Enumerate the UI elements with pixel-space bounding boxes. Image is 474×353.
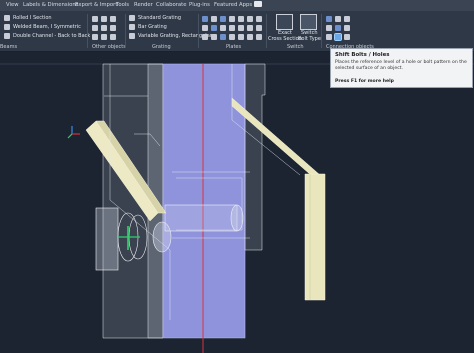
plate-tool-icon[interactable]	[238, 25, 244, 31]
plate-tool-icon[interactable]	[211, 25, 217, 31]
ribbon-separator	[87, 14, 88, 48]
menu-plug-ins[interactable]: Plug-ins	[189, 2, 210, 8]
object-tool-icon[interactable]	[92, 16, 98, 22]
screen-icon[interactable]	[254, 1, 262, 7]
plate-tool-icon[interactable]	[202, 25, 208, 31]
bar-grating-button[interactable]: Bar Grating	[138, 24, 167, 30]
exact-cross-section-icon[interactable]	[276, 14, 293, 30]
menu-view[interactable]: View	[6, 2, 19, 8]
welded-beam-icon	[4, 24, 10, 30]
plate-tool-icon[interactable]	[220, 34, 226, 40]
connection-tool-icon[interactable]	[344, 25, 350, 31]
column-flange-back	[244, 63, 266, 251]
rolled-i-section-button[interactable]: Rolled I Section	[13, 15, 52, 21]
menu-labels-dimensions[interactable]: Labels & Dimensions	[23, 2, 78, 8]
connection-tool-icon[interactable]	[326, 34, 332, 40]
plate-tool-icon[interactable]	[229, 34, 235, 40]
variable-grating-icon	[129, 33, 135, 39]
object-tool-icon[interactable]	[92, 25, 98, 31]
menu-export-import[interactable]: Export & Import	[75, 2, 117, 8]
connection-tool-icon[interactable]	[335, 25, 341, 31]
plate-tool-icon[interactable]	[220, 25, 226, 31]
tooltip-title: Shift Bolts / Holes	[335, 52, 390, 58]
grating-group-label: Grating	[152, 44, 171, 50]
switch-bolt-type-icon[interactable]	[300, 14, 317, 30]
menu-featured-apps[interactable]: Featured Apps	[214, 2, 252, 8]
standard-grating-icon	[129, 15, 135, 21]
connection-tool-icon[interactable]	[326, 25, 332, 31]
object-tool-icon[interactable]	[92, 34, 98, 40]
plate-tool-icon[interactable]	[247, 16, 253, 22]
connection-tool-icon[interactable]	[344, 34, 350, 40]
other-objects-group-label: Other objects	[92, 44, 126, 50]
plate-tool-icon[interactable]	[202, 34, 208, 40]
object-tool-icon[interactable]	[110, 34, 116, 40]
ribbon-separator	[266, 14, 267, 48]
connection-tool-icon[interactable]	[335, 16, 341, 22]
switch-bolt-type-label-2[interactable]: Bolt Type	[298, 36, 321, 42]
object-tool-icon[interactable]	[101, 34, 107, 40]
plate-tool-icon[interactable]	[229, 25, 235, 31]
menu-tools[interactable]: Tools	[116, 2, 129, 8]
rolled-i-section-icon	[4, 15, 10, 21]
double-channel-icon	[4, 33, 10, 39]
tooltip: Shift Bolts / Holes Places the reference…	[330, 48, 473, 88]
switch-group-label: Switch	[287, 44, 304, 50]
menu-collaborate[interactable]: Collaborate	[156, 2, 187, 8]
plate-tool-icon[interactable]	[202, 16, 208, 22]
object-tool-icon[interactable]	[110, 16, 116, 22]
plate-tool-icon[interactable]	[247, 25, 253, 31]
exact-cross-section-label-2[interactable]: Cross Section	[268, 36, 302, 42]
connection-tool-icon[interactable]	[326, 16, 332, 22]
plate-tool-icon[interactable]	[229, 16, 235, 22]
double-channel-button[interactable]: Double Channel - Back to Back	[13, 33, 90, 39]
connection-tool-icon[interactable]	[344, 16, 350, 22]
object-tool-icon[interactable]	[110, 25, 116, 31]
welded-beam-button[interactable]: Welded Beam, I Symmetric	[13, 24, 81, 30]
menu-bar: View Labels & Dimensions Export & Import…	[0, 0, 474, 11]
object-tool-icon[interactable]	[101, 16, 107, 22]
ribbon-separator	[125, 14, 126, 48]
plate-tool-icon[interactable]	[256, 34, 262, 40]
plate-tool-icon[interactable]	[247, 34, 253, 40]
ribbon-separator	[321, 14, 322, 48]
standard-grating-button[interactable]: Standard Grating	[138, 15, 181, 21]
shift-bolts-holes-icon[interactable]	[334, 33, 342, 41]
tooltip-help: Press F1 for more help	[335, 79, 394, 84]
plates-group-label: Plates	[226, 44, 242, 50]
plate-tool-icon[interactable]	[256, 16, 262, 22]
plate-tool-icon[interactable]	[211, 34, 217, 40]
plate-tool-icon[interactable]	[238, 34, 244, 40]
model-viewport[interactable]	[0, 52, 474, 353]
menu-render[interactable]: Render	[134, 2, 153, 8]
object-tool-icon[interactable]	[101, 25, 107, 31]
plate-tool-icon[interactable]	[220, 16, 226, 22]
tooltip-description: Places the reference level of a hole or …	[335, 60, 467, 71]
bar-grating-icon	[129, 24, 135, 30]
ribbon-separator	[198, 14, 199, 48]
plate-tool-icon[interactable]	[238, 16, 244, 22]
plate-tool-icon[interactable]	[211, 16, 217, 22]
plate-tool-icon[interactable]	[256, 25, 262, 31]
variable-grating-button[interactable]: Variable Grating, Rectangular	[138, 33, 212, 39]
beams-group-label: Beams	[0, 44, 18, 50]
ribbon: Rolled I Section Welded Beam, I Symmetri…	[0, 11, 474, 52]
